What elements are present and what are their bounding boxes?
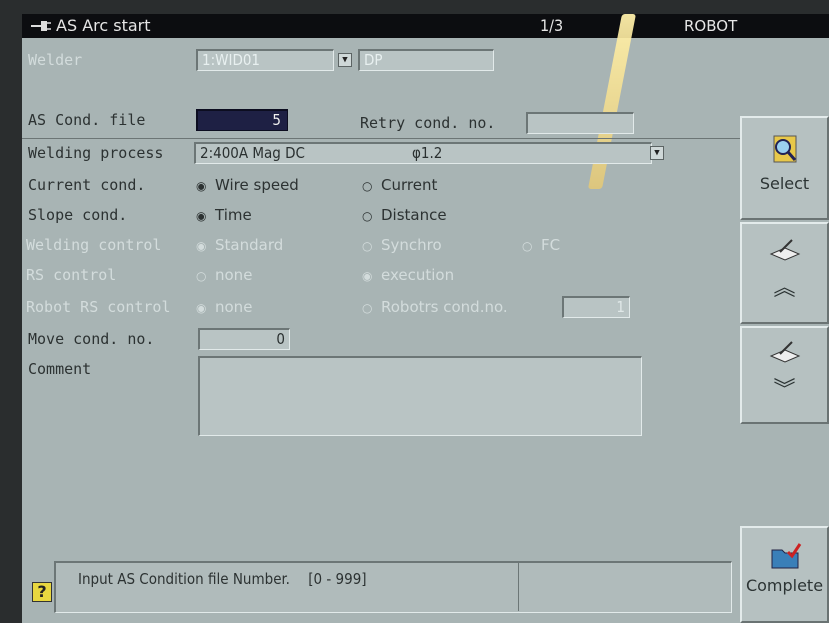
title-bar: AS Arc start 1/3 ROBOT: [22, 14, 829, 38]
page-down-button[interactable]: ︾: [740, 326, 829, 424]
book-edit-icon-2: [742, 340, 827, 370]
radio-robot-rs-cond-label: Robotrs cond.no.: [381, 298, 508, 316]
welder-select[interactable]: 1:WID01: [196, 49, 334, 71]
welding-process-select[interactable]: 2:400A Mag DC φ1.2: [194, 142, 652, 164]
radio-synchro-label: Synchro: [381, 236, 442, 254]
radio-robot-rs-cond: ○ Robotrs cond.no.: [362, 298, 508, 316]
radio-robot-rs-none: ◉ none: [196, 298, 253, 316]
welder-label: Welder: [28, 51, 83, 69]
welding-process-label: Welding process: [28, 144, 164, 162]
message-range: [0 - 999]: [308, 570, 367, 588]
divider: [22, 138, 740, 139]
radio-standard: ◉ Standard: [196, 236, 284, 254]
radio-rs-execution-label: execution: [381, 266, 455, 284]
folder-check-icon: [742, 540, 827, 574]
chevron-down-icon: ︾: [773, 378, 796, 403]
message-main: Input AS Condition file Number.: [78, 570, 290, 588]
welder-extra-field: DP: [358, 49, 494, 71]
welder-value: 1:WID01: [202, 51, 261, 69]
plug-icon: [30, 14, 52, 45]
page-indicator: 1/3: [540, 16, 564, 35]
radio-synchro: ○ Synchro: [362, 236, 442, 254]
current-cond-label: Current cond.: [28, 176, 146, 194]
retry-cond-input[interactable]: [526, 112, 634, 134]
move-cond-input[interactable]: 0: [198, 328, 290, 350]
select-button-label: Select: [759, 174, 810, 193]
select-button[interactable]: Select: [740, 116, 829, 220]
radio-distance-label: Distance: [381, 206, 447, 224]
chevron-up-icon: ︽: [773, 276, 796, 301]
radio-fc: ○ FC: [522, 236, 561, 254]
message-divider: [518, 563, 519, 611]
radio-robot-rs-none-label: none: [215, 298, 253, 316]
wire-diameter-value: φ1.2: [412, 144, 443, 162]
welder-extra-value: DP: [364, 51, 383, 69]
welder-dropdown-button[interactable]: ▼: [338, 53, 352, 67]
mode-indicator: ROBOT: [684, 17, 738, 35]
radio-time-label: Time: [215, 206, 252, 224]
retry-cond-label: Retry cond. no.: [360, 114, 496, 132]
radio-rs-none-label: none: [215, 266, 253, 284]
welding-process-value: 2:400A Mag DC: [200, 144, 305, 162]
robot-rs-control-label: Robot RS control: [26, 298, 171, 316]
window-title: AS Arc start: [56, 16, 151, 35]
comment-textarea[interactable]: [198, 356, 642, 436]
radio-current[interactable]: ○ Current: [362, 176, 437, 194]
welding-control-label: Welding control: [26, 236, 162, 254]
comment-label: Comment: [28, 360, 92, 378]
radio-current-label: Current: [381, 176, 438, 194]
radio-fc-label: FC: [541, 236, 561, 254]
move-cond-label: Move cond. no.: [28, 330, 155, 348]
radio-wire-speed-label: Wire speed: [215, 176, 299, 194]
radio-time[interactable]: ◉ Time: [196, 206, 252, 224]
as-cond-file-input[interactable]: 5: [196, 109, 288, 131]
page-up-button[interactable]: ︽: [740, 222, 829, 324]
as-cond-file-label: AS Cond. file: [28, 111, 146, 129]
complete-button-label: Complete: [745, 576, 824, 595]
welding-process-dropdown-button[interactable]: ▼: [650, 146, 664, 160]
robot-rs-cond-input: 1: [562, 296, 630, 318]
help-icon[interactable]: ?: [32, 582, 52, 602]
rs-control-label: RS control: [26, 266, 117, 284]
radio-rs-none: ○ none: [196, 266, 253, 284]
slope-cond-label: Slope cond.: [28, 206, 128, 224]
complete-button[interactable]: Complete: [740, 526, 829, 623]
radio-standard-label: Standard: [215, 236, 284, 254]
radio-wire-speed[interactable]: ◉ Wire speed: [196, 176, 299, 194]
teach-pendant-screen: AS Arc start 1/3 ROBOT Welder 1:WID01 ▼ …: [22, 14, 829, 623]
message-text: Input AS Condition file Number. [0 - 999…: [78, 570, 367, 588]
magnifier-icon: [742, 132, 827, 170]
book-edit-icon: [742, 238, 827, 268]
radio-rs-execution: ◉ execution: [362, 266, 455, 284]
radio-distance[interactable]: ○ Distance: [362, 206, 447, 224]
